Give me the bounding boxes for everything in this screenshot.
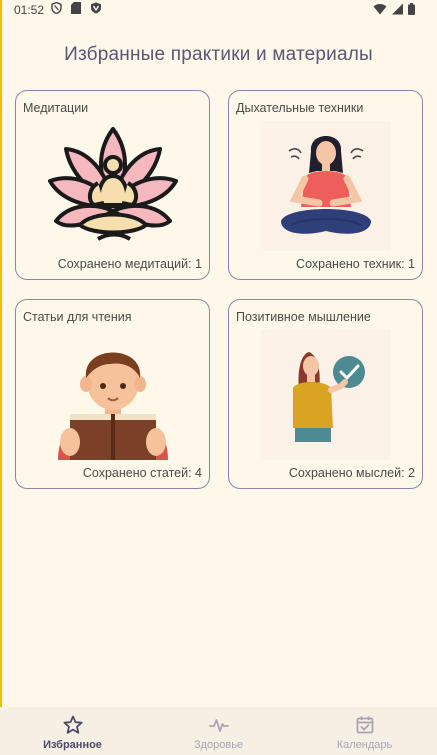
vpn-shield-icon (91, 2, 101, 14)
status-left-icons (51, 2, 102, 14)
positive-woman-icon (261, 330, 391, 460)
status-bar: 01:52 (0, 0, 437, 22)
nav-label: Здоровье (193, 739, 244, 751)
nav-item-favorites[interactable]: Избранное (0, 707, 145, 755)
card-articles[interactable]: Статьи для чтения Сохранено статей: 4 (15, 299, 210, 489)
status-right-icons (373, 3, 415, 15)
card-count: Сохранено техник: 1 (296, 257, 415, 271)
card-count: Сохранено медитаций: 1 (57, 257, 202, 271)
page-title: Избранные практики и материалы (64, 44, 373, 65)
shield-icon (51, 2, 62, 14)
screen-edge (0, 0, 2, 755)
wifi-icon (373, 4, 387, 15)
card-breathing[interactable]: Дыхательные техники Сохранено техник: 1 (228, 90, 423, 280)
card-title: Позитивное мышление (236, 310, 371, 324)
nav-item-health[interactable]: Здоровье (146, 707, 291, 755)
card-count: Сохранено статей: 4 (82, 466, 202, 480)
card-title: Дыхательные техники (236, 101, 364, 115)
cell-signal-icon (392, 3, 403, 15)
status-time: 01:52 (14, 3, 45, 17)
card-title: Медитации (23, 101, 89, 115)
reading-boy-icon (58, 352, 168, 460)
sd-card-icon (71, 2, 81, 14)
breathing-woman-icon (261, 121, 391, 251)
card-meditations[interactable]: Медитации Сохранено медитаций: 1 (15, 90, 210, 280)
card-count: Сохранено мыслей: 2 (288, 466, 415, 480)
lotus-meditation-icon (48, 127, 178, 241)
pulse-icon (208, 719, 229, 732)
calendar-check-icon (356, 716, 373, 734)
nav-item-calendar[interactable]: Календарь (292, 707, 437, 755)
card-positive-thinking[interactable]: Позитивное мышление Сохранено мыслей: 2 (228, 299, 423, 489)
nav-label: Календарь (336, 739, 393, 751)
nav-label: Избранное (43, 739, 102, 751)
card-title: Статьи для чтения (23, 310, 132, 324)
bottom-nav: Избранное Здоровье Календарь (0, 707, 437, 755)
battery-icon (408, 3, 415, 15)
star-icon (63, 715, 82, 734)
